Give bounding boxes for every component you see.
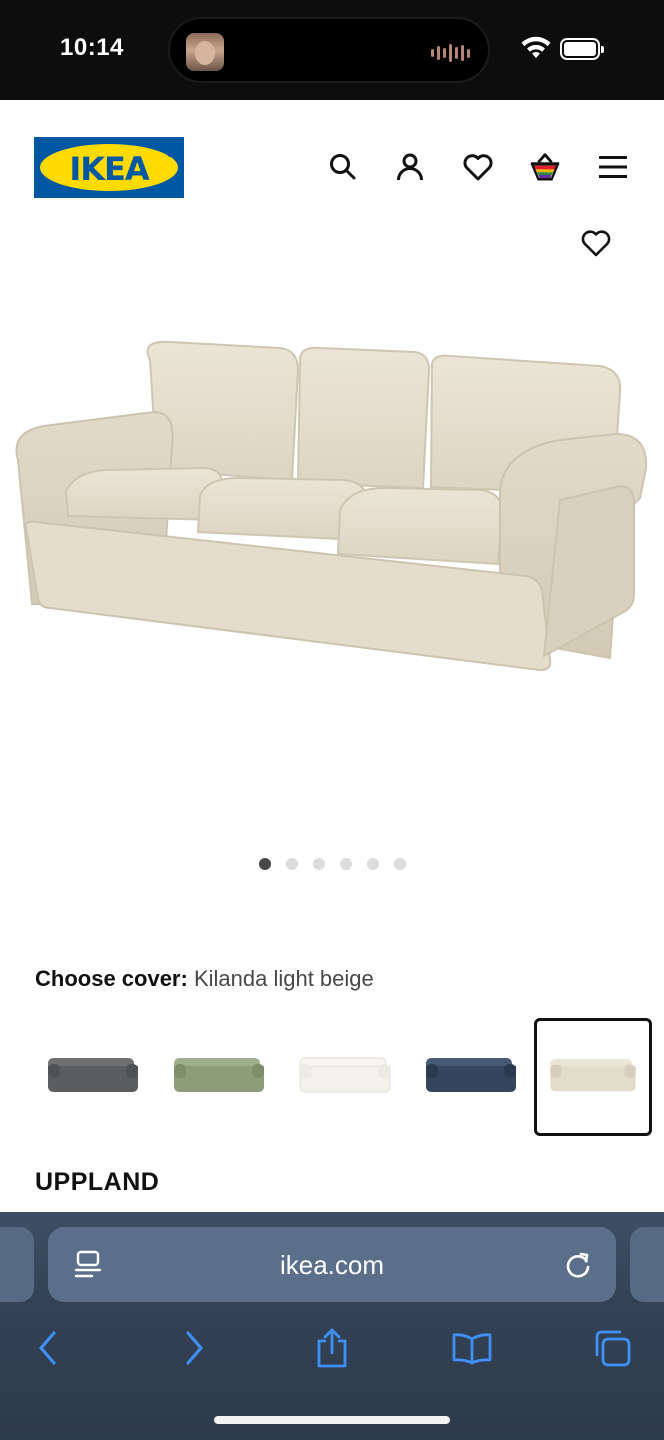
search-icon[interactable] <box>326 150 360 184</box>
tabs-button[interactable] <box>590 1326 634 1370</box>
account-icon[interactable] <box>393 150 427 184</box>
cover-swatch-dark-grey[interactable] <box>34 1018 152 1136</box>
image-carousel-dots[interactable] <box>0 858 664 870</box>
carousel-dot[interactable] <box>393 858 406 870</box>
reload-icon[interactable] <box>562 1249 594 1281</box>
forward-button[interactable] <box>172 1326 216 1370</box>
dynamic-island[interactable] <box>168 17 490 83</box>
share-button[interactable] <box>310 1326 354 1370</box>
cover-swatch-white[interactable] <box>286 1018 404 1136</box>
cover-swatch-dark-blue[interactable] <box>412 1018 530 1136</box>
wifi-icon <box>521 36 551 58</box>
back-button[interactable] <box>26 1326 70 1370</box>
favorites-heart-icon[interactable] <box>461 150 495 184</box>
cover-swatch-sage-green[interactable] <box>160 1018 278 1136</box>
carousel-dot[interactable] <box>258 858 271 870</box>
cart-icon[interactable] <box>528 150 562 184</box>
browser-toolbar: ikea.com <box>0 1212 664 1440</box>
carousel-dot[interactable] <box>312 858 325 870</box>
chevron-right-icon <box>186 1331 203 1365</box>
tabs-icon <box>595 1330 631 1367</box>
now-playing-avatar <box>186 33 224 71</box>
cover-value: Kilanda light beige <box>193 966 374 991</box>
carousel-dot[interactable] <box>366 858 379 870</box>
next-tab-preview[interactable] <box>630 1227 664 1302</box>
status-bar: 10:14 <box>0 0 664 100</box>
audio-waveform-icon <box>431 43 470 63</box>
add-to-favorites-heart-icon[interactable] <box>578 228 614 260</box>
menu-icon[interactable] <box>596 150 630 184</box>
bookmarks-button[interactable] <box>450 1326 494 1370</box>
cover-label: Choose cover: <box>35 966 188 991</box>
address-bar[interactable]: ikea.com <box>48 1227 616 1302</box>
battery-icon <box>560 38 604 60</box>
cover-swatch-light-beige[interactable] <box>534 1018 652 1136</box>
carousel-dot[interactable] <box>285 858 298 870</box>
carousel-dot[interactable] <box>339 858 352 870</box>
logo-text: IKEA <box>69 150 149 188</box>
product-image-sofa[interactable] <box>0 260 664 840</box>
site-header: IKEA <box>0 100 664 220</box>
previous-tab-preview[interactable] <box>0 1227 34 1302</box>
ikea-logo[interactable]: IKEA <box>34 137 184 198</box>
url-text[interactable]: ikea.com <box>48 1250 616 1281</box>
status-time: 10:14 <box>60 34 124 61</box>
product-name: UPPLAND <box>35 1168 160 1196</box>
cover-swatches <box>34 1018 654 1136</box>
cover-selection: Choose cover: Kilanda light beige <box>35 966 374 992</box>
book-icon <box>452 1333 492 1365</box>
home-indicator[interactable] <box>214 1416 450 1424</box>
share-icon <box>317 1328 347 1368</box>
chevron-left-icon <box>39 1331 56 1365</box>
